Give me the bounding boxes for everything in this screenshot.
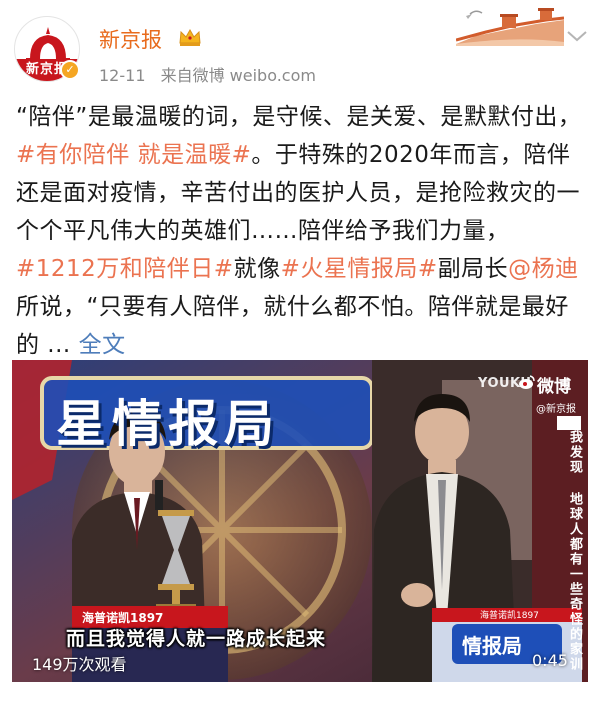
account-name[interactable]: 新京报 bbox=[99, 24, 162, 54]
source-watermark: @新京报 bbox=[536, 404, 576, 415]
podium-sponsor-right: 海普诺凯1897 bbox=[480, 611, 539, 621]
stage-sign-text: 星情报局 bbox=[56, 395, 280, 453]
great-wall-decoration-icon bbox=[456, 8, 564, 46]
side-caption-badge bbox=[557, 416, 581, 430]
hashtag-link[interactable]: #火星情报局# bbox=[281, 256, 438, 282]
video-player[interactable]: 星情报局 海普诺凯1897 海普诺凯1897 情报局 YOUKU 微博 @新京报… bbox=[12, 360, 588, 682]
video-duration: 0:45 bbox=[532, 651, 568, 670]
view-count: 149万次观看 bbox=[32, 655, 127, 674]
post-text-segment: “陪伴”是最温暖的词，是守候、是关爱、是默默付出， bbox=[16, 104, 582, 130]
building-icon bbox=[26, 27, 70, 61]
hashtag-link[interactable]: #有你陪伴 就是温暖# bbox=[16, 142, 251, 168]
expand-full-text-link[interactable]: 全文 bbox=[79, 332, 126, 358]
side-caption: 我发现 地球人都有一些奇怪的家训 bbox=[567, 430, 582, 672]
post-meta: 12-11 来自微博 weibo.com bbox=[99, 62, 326, 86]
post-body: “陪伴”是最温暖的词，是守候、是关爱、是默默付出，#有你陪伴 就是温暖#。于特殊… bbox=[16, 98, 586, 364]
hashtag-link[interactable]: #1212万和陪伴日# bbox=[16, 256, 234, 282]
weibo-watermark: 微博 bbox=[537, 377, 571, 397]
video-subtitle: 而且我觉得人就一路成长起来 bbox=[66, 628, 327, 650]
post-header: 新京报 ✓ 新京报 12-11 来自微博 weibo.com bbox=[0, 0, 600, 92]
verified-badge-icon: ✓ bbox=[60, 60, 80, 80]
podium-sign-right: 情报局 bbox=[462, 634, 522, 658]
post-text-segment: 就像 bbox=[233, 256, 281, 282]
post-date: 12-11 bbox=[99, 66, 146, 85]
chevron-down-icon[interactable] bbox=[566, 30, 588, 42]
weibo-logo-icon bbox=[519, 375, 535, 389]
post-source: 来自微博 weibo.com bbox=[160, 66, 316, 85]
mention-link[interactable]: @杨迪 bbox=[508, 256, 579, 282]
post-text-segment: 副局长 bbox=[437, 256, 509, 282]
crown-icon bbox=[179, 28, 201, 46]
